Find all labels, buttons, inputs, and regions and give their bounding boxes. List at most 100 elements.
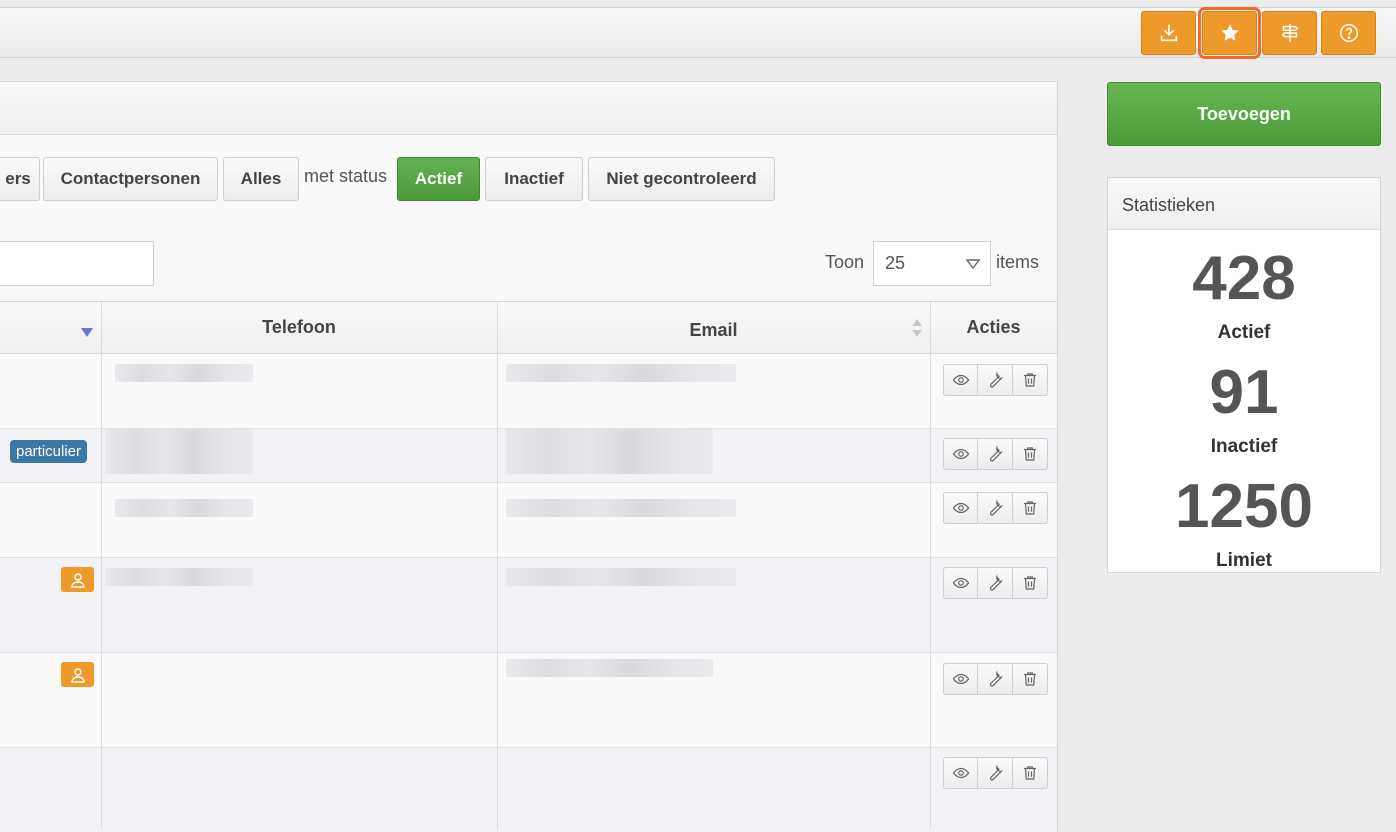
column-divider: [101, 301, 102, 830]
status-actief-button[interactable]: Actief: [397, 157, 480, 201]
edit-button[interactable]: [978, 438, 1013, 470]
edit-button[interactable]: [978, 567, 1013, 599]
signpost-icon: [1281, 23, 1298, 43]
contact-person-badge: [61, 567, 94, 592]
filter-contactpersonen[interactable]: Contactpersonen: [43, 157, 218, 201]
status-label: met status: [304, 166, 388, 186]
wrench-icon: [989, 764, 1004, 781]
help-button[interactable]: [1321, 11, 1376, 55]
edit-button[interactable]: [978, 364, 1013, 396]
stat-inactief-label: Inactief: [1210, 436, 1278, 457]
wrench-icon: [989, 574, 1004, 591]
email-cell-redacted: [506, 659, 713, 677]
edit-button[interactable]: [978, 492, 1013, 524]
view-button[interactable]: [943, 567, 978, 599]
search-input[interactable]: [0, 241, 154, 286]
row-actions: [943, 364, 1050, 396]
table-header: Telefoon Email Acties: [0, 301, 1057, 354]
stat-actief-label: Actief: [1217, 322, 1271, 343]
trash-icon: [1024, 501, 1036, 515]
user-icon: [70, 667, 85, 683]
status-inactief-button[interactable]: Inactief: [485, 157, 583, 201]
stat-limiet-value: 1250: [1175, 472, 1313, 541]
column-divider: [930, 301, 931, 830]
eye-icon: [952, 374, 969, 386]
wrench-icon: [989, 499, 1004, 516]
sort-desc-icon: [81, 328, 93, 337]
phone-cell-redacted: [115, 364, 253, 382]
trash-icon: [1024, 672, 1036, 686]
eye-icon: [952, 673, 969, 685]
page-size-select[interactable]: 25: [873, 241, 991, 286]
panel-header: [0, 82, 1057, 135]
delete-button[interactable]: [1013, 757, 1048, 789]
view-button[interactable]: [943, 492, 978, 524]
delete-button[interactable]: [1013, 567, 1048, 599]
add-button[interactable]: Toevoegen: [1107, 82, 1381, 146]
column-header-name[interactable]: [0, 302, 101, 353]
view-button[interactable]: [943, 663, 978, 695]
delete-button[interactable]: [1013, 438, 1048, 470]
table-row: [0, 653, 1057, 748]
delete-button[interactable]: [1013, 364, 1048, 396]
table-row: [0, 558, 1057, 653]
phone-cell-redacted: [105, 568, 253, 586]
column-header-email[interactable]: Email: [497, 302, 930, 353]
edit-button[interactable]: [978, 663, 1013, 695]
view-button[interactable]: [943, 438, 978, 470]
sort-icon: [912, 319, 922, 337]
filter-type-partial[interactable]: ers: [0, 157, 40, 201]
row-actions: [943, 492, 1050, 524]
wrench-icon: [989, 371, 1004, 388]
table-row: [0, 748, 1057, 832]
eye-icon: [952, 502, 969, 514]
table-row: [0, 483, 1057, 558]
email-cell-redacted: [506, 364, 736, 382]
chevron-down-icon: [966, 259, 980, 269]
status-niet-gecontroleerd-button[interactable]: Niet gecontroleerd: [588, 157, 775, 201]
toon-label: Toon: [825, 252, 865, 272]
edit-button[interactable]: [978, 757, 1013, 789]
download-button[interactable]: [1141, 11, 1196, 55]
filter-alles[interactable]: Alles: [223, 157, 299, 201]
email-cell-redacted: [506, 499, 736, 517]
column-header-email-label: Email: [689, 319, 738, 340]
statistics-panel: Statistieken 428 Actief 91 Inactief 1250…: [1107, 177, 1381, 573]
trash-icon: [1024, 447, 1036, 461]
row-actions: [943, 663, 1050, 695]
star-icon: [1220, 24, 1239, 41]
phone-cell-redacted: [105, 429, 253, 474]
row-actions: [943, 757, 1050, 789]
table-row: [0, 354, 1057, 429]
items-label: items: [996, 252, 1040, 272]
favorite-button[interactable]: [1198, 7, 1261, 59]
wrench-icon: [989, 670, 1004, 687]
email-cell-redacted: [506, 429, 713, 474]
row-actions: [943, 438, 1050, 470]
email-cell-redacted: [506, 568, 736, 586]
table-row: particulier: [0, 429, 1057, 483]
user-icon: [70, 572, 85, 588]
top-toolbar: [0, 7, 1396, 59]
eye-icon: [952, 767, 969, 779]
column-header-telefoon[interactable]: Telefoon: [101, 302, 497, 353]
trash-icon: [1024, 766, 1036, 780]
delete-button[interactable]: [1013, 663, 1048, 695]
view-button[interactable]: [943, 364, 978, 396]
trash-icon: [1024, 373, 1036, 387]
contact-person-badge: [61, 662, 94, 687]
download-icon: [1160, 24, 1177, 42]
delete-button[interactable]: [1013, 492, 1048, 524]
type-tag: particulier: [10, 440, 88, 463]
main-panel: ers Contactpersonen Alles met status Act…: [0, 81, 1058, 832]
wrench-icon: [989, 445, 1004, 462]
stat-actief-value: 428: [1192, 244, 1296, 313]
eye-icon: [952, 577, 969, 589]
row-actions: [943, 567, 1050, 599]
view-button[interactable]: [943, 757, 978, 789]
stat-limiet-label: Limiet: [1216, 550, 1272, 571]
signpost-button[interactable]: [1262, 11, 1317, 55]
column-header-acties: Acties: [966, 317, 1021, 337]
help-icon: [1339, 24, 1358, 42]
phone-cell-redacted: [115, 499, 253, 517]
